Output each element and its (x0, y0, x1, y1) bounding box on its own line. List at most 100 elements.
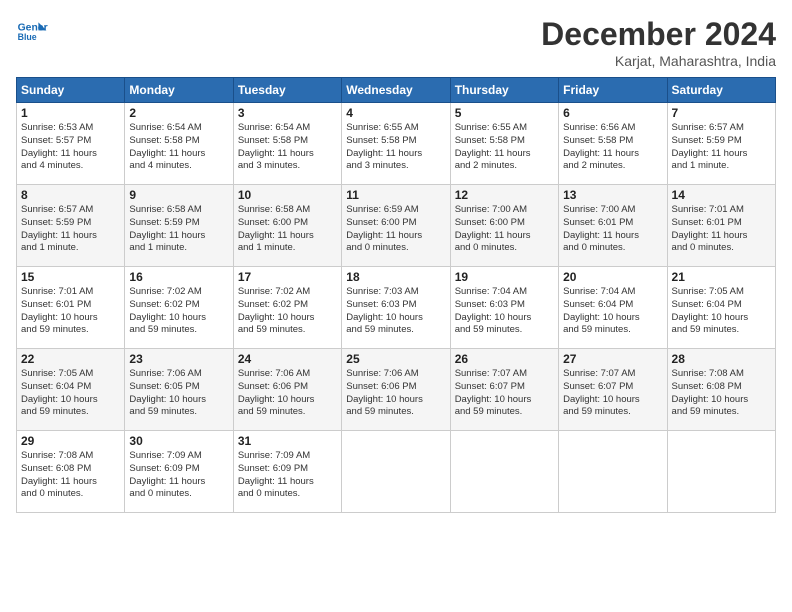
calendar-cell (342, 431, 450, 513)
calendar-day-header: Sunday (17, 78, 125, 103)
calendar-day-header: Saturday (667, 78, 775, 103)
calendar-cell: 16 Sunrise: 7:02 AM Sunset: 6:02 PM Dayli… (125, 267, 233, 349)
day-info: Sunrise: 7:04 AM Sunset: 6:03 PM Dayligh… (455, 286, 554, 337)
day-number: 26 (455, 352, 554, 366)
day-info: Sunrise: 6:55 AM Sunset: 5:58 PM Dayligh… (346, 122, 445, 173)
calendar-cell: 29 Sunrise: 7:08 AM Sunset: 6:08 PM Dayli… (17, 431, 125, 513)
day-info: Sunrise: 7:02 AM Sunset: 6:02 PM Dayligh… (129, 286, 228, 337)
calendar-cell: 13 Sunrise: 7:00 AM Sunset: 6:01 PM Dayli… (559, 185, 667, 267)
calendar-cell: 27 Sunrise: 7:07 AM Sunset: 6:07 PM Dayli… (559, 349, 667, 431)
calendar-cell: 30 Sunrise: 7:09 AM Sunset: 6:09 PM Dayli… (125, 431, 233, 513)
day-number: 6 (563, 106, 662, 120)
page-container: General Blue December 2024 Karjat, Mahar… (0, 0, 792, 521)
calendar-cell: 6Sunrise: 6:56 AM Sunset: 5:58 PM Daylig… (559, 103, 667, 185)
day-number: 23 (129, 352, 228, 366)
day-number: 12 (455, 188, 554, 202)
day-number: 19 (455, 270, 554, 284)
month-title: December 2024 (541, 16, 776, 53)
logo: General Blue (16, 16, 48, 48)
day-info: Sunrise: 7:06 AM Sunset: 6:06 PM Dayligh… (346, 368, 445, 419)
day-number: 21 (672, 270, 771, 284)
day-info: Sunrise: 6:58 AM Sunset: 6:00 PM Dayligh… (238, 204, 337, 255)
calendar-day-header: Thursday (450, 78, 558, 103)
calendar-week-row: 22 Sunrise: 7:05 AM Sunset: 6:04 PM Dayli… (17, 349, 776, 431)
day-number: 28 (672, 352, 771, 366)
day-info: Sunrise: 7:01 AM Sunset: 6:01 PM Dayligh… (672, 204, 771, 255)
day-info: Sunrise: 7:05 AM Sunset: 6:04 PM Dayligh… (672, 286, 771, 337)
day-number: 9 (129, 188, 228, 202)
calendar-cell: 18Sunrise: 7:03 AM Sunset: 6:03 PM Dayli… (342, 267, 450, 349)
calendar-cell (450, 431, 558, 513)
day-number: 24 (238, 352, 337, 366)
day-number: 3 (238, 106, 337, 120)
day-info: Sunrise: 7:07 AM Sunset: 6:07 PM Dayligh… (455, 368, 554, 419)
calendar-cell (667, 431, 775, 513)
day-number: 29 (21, 434, 120, 448)
calendar-cell: 3Sunrise: 6:54 AM Sunset: 5:58 PM Daylig… (233, 103, 341, 185)
day-info: Sunrise: 7:05 AM Sunset: 6:04 PM Dayligh… (21, 368, 120, 419)
day-number: 13 (563, 188, 662, 202)
header: General Blue December 2024 Karjat, Mahar… (16, 16, 776, 69)
calendar-cell (559, 431, 667, 513)
day-number: 30 (129, 434, 228, 448)
calendar-cell: 17 Sunrise: 7:02 AM Sunset: 6:02 PM Dayli… (233, 267, 341, 349)
calendar-cell: 12 Sunrise: 7:00 AM Sunset: 6:00 PM Dayli… (450, 185, 558, 267)
calendar-cell: 1Sunrise: 6:53 AM Sunset: 5:57 PM Daylig… (17, 103, 125, 185)
calendar-week-row: 1Sunrise: 6:53 AM Sunset: 5:57 PM Daylig… (17, 103, 776, 185)
calendar-cell: 4 Sunrise: 6:55 AM Sunset: 5:58 PM Daylig… (342, 103, 450, 185)
calendar-cell: 10 Sunrise: 6:58 AM Sunset: 6:00 PM Dayli… (233, 185, 341, 267)
day-info: Sunrise: 7:00 AM Sunset: 6:00 PM Dayligh… (455, 204, 554, 255)
day-info: Sunrise: 7:00 AM Sunset: 6:01 PM Dayligh… (563, 204, 662, 255)
day-info: Sunrise: 6:57 AM Sunset: 5:59 PM Dayligh… (672, 122, 771, 173)
day-number: 10 (238, 188, 337, 202)
calendar-cell: 9Sunrise: 6:58 AM Sunset: 5:59 PM Daylig… (125, 185, 233, 267)
calendar-cell: 19 Sunrise: 7:04 AM Sunset: 6:03 PM Dayli… (450, 267, 558, 349)
day-number: 7 (672, 106, 771, 120)
calendar-day-header: Tuesday (233, 78, 341, 103)
day-info: Sunrise: 7:08 AM Sunset: 6:08 PM Dayligh… (21, 450, 120, 501)
day-number: 14 (672, 188, 771, 202)
calendar-cell: 31 Sunrise: 7:09 AM Sunset: 6:09 PM Dayli… (233, 431, 341, 513)
day-number: 27 (563, 352, 662, 366)
day-number: 15 (21, 270, 120, 284)
day-number: 16 (129, 270, 228, 284)
day-number: 4 (346, 106, 445, 120)
calendar-cell: 11 Sunrise: 6:59 AM Sunset: 6:00 PM Dayli… (342, 185, 450, 267)
calendar-cell: 15 Sunrise: 7:01 AM Sunset: 6:01 PM Dayli… (17, 267, 125, 349)
day-info: Sunrise: 7:02 AM Sunset: 6:02 PM Dayligh… (238, 286, 337, 337)
calendar-cell: 20 Sunrise: 7:04 AM Sunset: 6:04 PM Dayli… (559, 267, 667, 349)
day-info: Sunrise: 7:09 AM Sunset: 6:09 PM Dayligh… (238, 450, 337, 501)
day-number: 22 (21, 352, 120, 366)
calendar-cell: 22 Sunrise: 7:05 AM Sunset: 6:04 PM Dayli… (17, 349, 125, 431)
day-info: Sunrise: 6:57 AM Sunset: 5:59 PM Dayligh… (21, 204, 120, 255)
day-number: 2 (129, 106, 228, 120)
calendar-week-row: 8 Sunrise: 6:57 AM Sunset: 5:59 PM Daylig… (17, 185, 776, 267)
day-info: Sunrise: 7:01 AM Sunset: 6:01 PM Dayligh… (21, 286, 120, 337)
day-info: Sunrise: 6:55 AM Sunset: 5:58 PM Dayligh… (455, 122, 554, 173)
location: Karjat, Maharashtra, India (541, 53, 776, 69)
calendar-week-row: 29 Sunrise: 7:08 AM Sunset: 6:08 PM Dayli… (17, 431, 776, 513)
day-number: 8 (21, 188, 120, 202)
svg-text:Blue: Blue (18, 32, 37, 42)
day-number: 18 (346, 270, 445, 284)
day-number: 11 (346, 188, 445, 202)
day-number: 5 (455, 106, 554, 120)
calendar-cell: 28 Sunrise: 7:08 AM Sunset: 6:08 PM Dayli… (667, 349, 775, 431)
calendar-cell: 24Sunrise: 7:06 AM Sunset: 6:06 PM Dayli… (233, 349, 341, 431)
day-info: Sunrise: 7:04 AM Sunset: 6:04 PM Dayligh… (563, 286, 662, 337)
day-number: 25 (346, 352, 445, 366)
calendar-cell: 14 Sunrise: 7:01 AM Sunset: 6:01 PM Dayli… (667, 185, 775, 267)
day-info: Sunrise: 7:09 AM Sunset: 6:09 PM Dayligh… (129, 450, 228, 501)
day-number: 31 (238, 434, 337, 448)
day-number: 20 (563, 270, 662, 284)
calendar-week-row: 15 Sunrise: 7:01 AM Sunset: 6:01 PM Dayli… (17, 267, 776, 349)
day-info: Sunrise: 7:07 AM Sunset: 6:07 PM Dayligh… (563, 368, 662, 419)
day-info: Sunrise: 7:08 AM Sunset: 6:08 PM Dayligh… (672, 368, 771, 419)
day-info: Sunrise: 6:53 AM Sunset: 5:57 PM Dayligh… (21, 122, 120, 173)
day-number: 17 (238, 270, 337, 284)
calendar-cell: 23Sunrise: 7:06 AM Sunset: 6:05 PM Dayli… (125, 349, 233, 431)
calendar-cell: 26 Sunrise: 7:07 AM Sunset: 6:07 PM Dayli… (450, 349, 558, 431)
calendar-day-header: Friday (559, 78, 667, 103)
day-info: Sunrise: 6:59 AM Sunset: 6:00 PM Dayligh… (346, 204, 445, 255)
calendar-cell: 25 Sunrise: 7:06 AM Sunset: 6:06 PM Dayli… (342, 349, 450, 431)
